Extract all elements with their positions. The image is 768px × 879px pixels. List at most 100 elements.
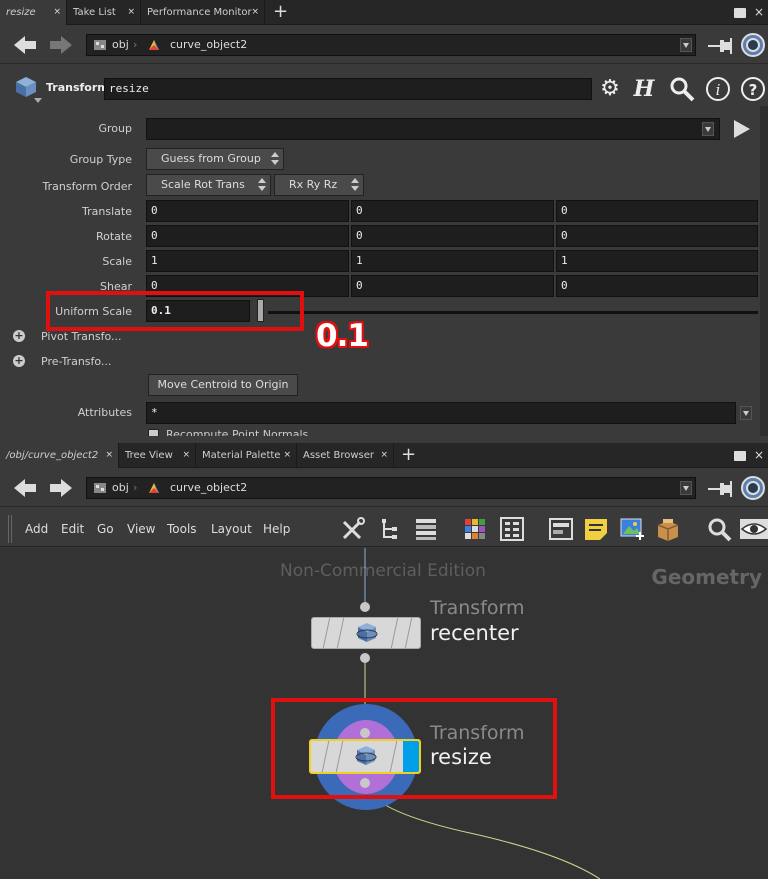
node-name-field[interactable]: resize <box>104 78 592 100</box>
close-pane-icon[interactable]: × <box>754 448 764 462</box>
sticky-note-icon[interactable] <box>583 516 609 542</box>
expand-pivot-icon[interactable]: + <box>13 330 25 342</box>
add-tab-icon[interactable]: + <box>401 444 416 466</box>
tab-performance-monitor[interactable]: Performance Monitor × <box>141 0 265 25</box>
node-recenter[interactable] <box>311 617 421 649</box>
back-arrow-icon[interactable] <box>12 34 38 56</box>
rotate-y-field[interactable]: 0 <box>351 225 554 247</box>
grid-layout-icon[interactable] <box>499 516 525 542</box>
scale-x-field[interactable]: 1 <box>146 250 349 272</box>
tab-take-list[interactable]: Take List × <box>67 0 141 25</box>
shear-z-field[interactable]: 0 <box>556 275 758 297</box>
rotate-x-field[interactable]: 0 <box>146 225 349 247</box>
attributes-field[interactable]: * <box>146 402 736 424</box>
group-field[interactable] <box>146 118 720 140</box>
pin-icon[interactable] <box>706 479 734 499</box>
shear-y-field[interactable]: 0 <box>351 275 554 297</box>
recompute-normals-checkbox[interactable] <box>148 429 159 436</box>
pre-transform-folder[interactable]: Pre-Transfo... <box>41 355 111 368</box>
close-tab-icon[interactable]: × <box>53 0 61 25</box>
wrench-tools-icon[interactable] <box>340 516 366 542</box>
network-editor[interactable]: Non-Commercial Edition Geometry Transfor… <box>0 548 768 879</box>
node-divider <box>322 618 331 648</box>
image-add-icon[interactable] <box>619 516 645 542</box>
pivot-transform-folder[interactable]: Pivot Transfo... <box>41 330 121 343</box>
object-network-icon <box>94 40 106 50</box>
attributes-dropdown-icon[interactable] <box>740 406 752 420</box>
network-path-field[interactable]: obj › curve_object2 <box>86 477 696 499</box>
forward-arrow-icon[interactable] <box>48 34 74 56</box>
search-icon[interactable] <box>706 516 732 542</box>
tab-material-palette[interactable]: Material Palette × <box>196 443 297 468</box>
link-channel-icon[interactable] <box>740 475 766 501</box>
network-menu-bar: Add Edit Go View Tools Layout Help <box>0 511 768 547</box>
param-scrollbar[interactable] <box>760 106 768 436</box>
close-tab-icon[interactable]: × <box>380 443 388 468</box>
tab-network-path[interactable]: /obj/curve_object2 × <box>0 443 119 468</box>
tab-resize[interactable]: resize × <box>0 0 67 25</box>
uniform-scale-slider-track[interactable] <box>268 311 758 314</box>
eye-visibility-icon[interactable] <box>740 516 768 542</box>
search-icon[interactable] <box>668 75 696 103</box>
output-connector[interactable] <box>360 653 370 663</box>
breadcrumb-curve-object[interactable]: curve_object2 <box>170 35 247 55</box>
package-box-icon[interactable] <box>655 516 681 542</box>
translate-label: Translate <box>82 205 132 218</box>
move-centroid-button[interactable]: Move Centroid to Origin <box>148 374 298 396</box>
breadcrumb-obj[interactable]: obj <box>112 35 129 55</box>
link-channel-icon[interactable] <box>740 32 766 58</box>
menu-layout[interactable]: Layout <box>211 522 252 536</box>
menu-edit[interactable]: Edit <box>61 522 84 536</box>
menu-tools[interactable]: Tools <box>167 522 197 536</box>
close-tab-icon[interactable]: × <box>283 443 291 468</box>
gear-icon[interactable]: ⚙ <box>596 75 624 103</box>
path-dropdown-icon[interactable] <box>680 38 692 52</box>
help-houdini-icon[interactable]: H <box>630 75 658 103</box>
expand-pretransform-icon[interactable]: + <box>13 355 25 367</box>
transform-order-menu[interactable]: Scale Rot Trans <box>146 174 271 196</box>
scale-y-field[interactable]: 1 <box>351 250 554 272</box>
info-icon[interactable]: i <box>704 75 732 103</box>
select-arrow-icon[interactable] <box>730 118 752 140</box>
help-icon[interactable]: ? <box>739 75 767 103</box>
scale-z-field[interactable]: 1 <box>556 250 758 272</box>
tab-tree-view[interactable]: Tree View × <box>119 443 196 468</box>
maximize-pane-icon[interactable] <box>734 8 746 18</box>
network-path-field[interactable]: obj › curve_object2 <box>86 34 696 56</box>
node-divider <box>390 618 399 648</box>
tab-asset-browser[interactable]: Asset Browser × <box>297 443 394 468</box>
back-arrow-icon[interactable] <box>12 477 38 499</box>
forward-arrow-icon[interactable] <box>48 477 74 499</box>
pin-icon[interactable] <box>706 36 734 56</box>
scale-label: Scale <box>102 255 132 268</box>
toolbar-grip-icon[interactable] <box>8 515 12 543</box>
group-dropdown-icon[interactable] <box>702 122 714 136</box>
breadcrumb-obj[interactable]: obj <box>112 478 129 498</box>
add-tab-icon[interactable]: + <box>273 1 288 23</box>
close-tab-icon[interactable]: × <box>105 443 113 468</box>
color-palette-icon[interactable] <box>462 516 488 542</box>
input-connector[interactable] <box>360 602 370 612</box>
translate-x-field[interactable]: 0 <box>146 200 349 222</box>
translate-y-field[interactable]: 0 <box>351 200 554 222</box>
breadcrumb-curve-object[interactable]: curve_object2 <box>170 478 247 498</box>
list-view-icon[interactable] <box>413 516 439 542</box>
translate-z-field[interactable]: 0 <box>556 200 758 222</box>
menu-add[interactable]: Add <box>25 522 48 536</box>
close-tab-icon[interactable]: × <box>127 0 135 25</box>
path-dropdown-icon[interactable] <box>680 481 692 495</box>
tree-layout-icon[interactable] <box>378 516 404 542</box>
rotation-order-menu[interactable]: Rx Ry Rz <box>274 174 364 196</box>
node-menu-caret-icon[interactable] <box>34 98 42 103</box>
rotate-z-field[interactable]: 0 <box>556 225 758 247</box>
close-pane-icon[interactable]: × <box>754 5 764 19</box>
group-type-menu[interactable]: Guess from Group <box>146 148 284 170</box>
menu-go[interactable]: Go <box>97 522 114 536</box>
menu-help[interactable]: Help <box>263 522 290 536</box>
maximize-pane-icon[interactable] <box>734 451 746 461</box>
network-box-icon[interactable] <box>548 516 574 542</box>
menu-view[interactable]: View <box>127 522 155 536</box>
close-tab-icon[interactable]: × <box>251 0 259 25</box>
close-tab-icon[interactable]: × <box>182 443 190 468</box>
node-divider <box>404 618 413 648</box>
